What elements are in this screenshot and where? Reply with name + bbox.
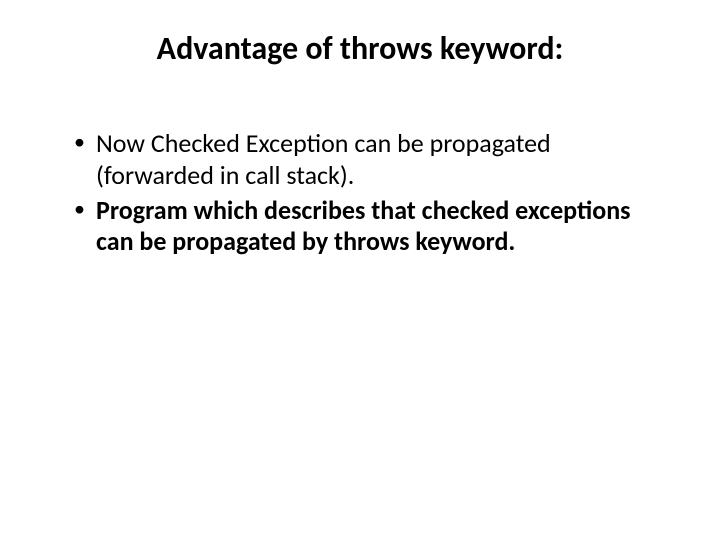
slide: Advantage of throws keyword: Now Checked…	[0, 0, 720, 540]
bullet-item: Now Checked Exception can be propagated …	[70, 128, 660, 190]
bullet-item: Program which describes that checked exc…	[70, 195, 660, 257]
bullet-text: Now Checked Exception can be propagated …	[96, 127, 551, 190]
bullet-text: Program which describes that checked exc…	[96, 194, 631, 257]
slide-title: Advantage of throws keyword:	[100, 30, 620, 68]
slide-body: Now Checked Exception can be propagated …	[70, 128, 660, 257]
bullet-list: Now Checked Exception can be propagated …	[70, 128, 660, 257]
